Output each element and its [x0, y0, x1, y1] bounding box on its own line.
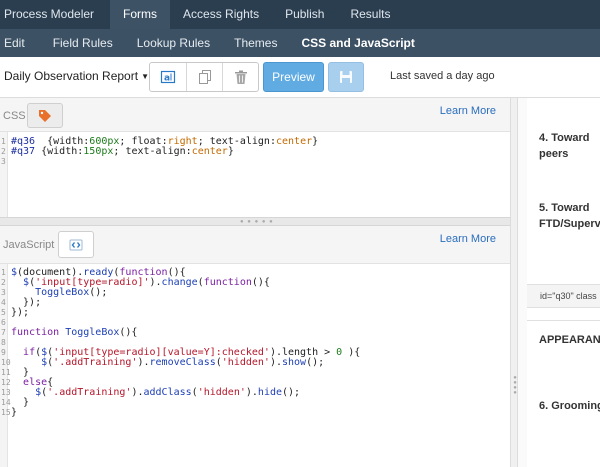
- css-line-number: 1: [1, 137, 6, 146]
- js-code-line: 3 ToggleBox();: [0, 288, 360, 298]
- js-line-number: 2: [1, 278, 6, 287]
- code-brackets-icon: [69, 239, 83, 250]
- js-code-line: 10 $('.addTraining').removeClass('hidden…: [0, 358, 360, 368]
- js-line-number: 8: [1, 338, 6, 347]
- appearance-heading: APPEARANCE: [539, 334, 600, 346]
- js-line-number: 7: [1, 328, 6, 337]
- css-learn-more-link[interactable]: Learn More: [440, 105, 496, 117]
- css-code-text: [8, 157, 11, 167]
- css-panel-label: CSS: [3, 110, 26, 122]
- css-editor-panel: CSS Learn More 1 #q36 {width:600px; float…: [0, 98, 510, 217]
- drag-handle-icon: ● ● ● ● ●: [240, 219, 274, 225]
- text-field-icon: a: [160, 70, 176, 84]
- tab-access-rights[interactable]: Access Rights: [170, 0, 272, 29]
- subtab-edit[interactable]: Edit: [0, 29, 41, 57]
- js-line-number: 4: [1, 298, 6, 307]
- css-line-number: 3: [1, 157, 6, 166]
- pane-divider[interactable]: ● ● ● ●: [510, 98, 518, 467]
- section-divider: [527, 320, 600, 321]
- tab-publish[interactable]: Publish: [272, 0, 337, 29]
- trash-icon: [234, 70, 247, 84]
- js-code-editor[interactable]: 1 $(document).ready(function(){2 $('input…: [0, 264, 510, 467]
- js-line-number: 5: [1, 308, 6, 317]
- js-code-text: });: [11, 307, 30, 318]
- subtab-lookup-rules[interactable]: Lookup Rules: [125, 29, 222, 57]
- pane-gap: [518, 98, 527, 467]
- js-panel-label: JavaScript: [3, 239, 55, 251]
- js-line-number: 11: [1, 368, 11, 377]
- copy-button[interactable]: [186, 63, 222, 91]
- js-code-text: $('.addTraining').addClass('hidden').hid…: [35, 387, 301, 398]
- js-line-number: 15: [1, 408, 11, 417]
- subtab-themes[interactable]: Themes: [222, 29, 289, 57]
- css-class-button[interactable]: [27, 103, 63, 128]
- js-line-number: 10: [1, 358, 11, 367]
- question-5-label: 5. TowardFTD/Supervisor: [539, 202, 600, 230]
- tab-forms[interactable]: Forms: [110, 0, 171, 29]
- js-code-line: 11 }: [0, 368, 360, 378]
- sub-nav: Edit Field Rules Lookup Rules Themes CSS…: [0, 29, 600, 57]
- rename-button[interactable]: a: [150, 63, 186, 91]
- top-nav: Process Modeler Forms Access Rights Publ…: [0, 0, 600, 29]
- js-line-number: 6: [1, 318, 6, 327]
- js-code-lines: 1 $(document).ready(function(){2 $('input…: [0, 268, 360, 418]
- tag-icon: [39, 109, 51, 122]
- delete-button[interactable]: [222, 63, 258, 91]
- panel-splitter[interactable]: ● ● ● ● ●: [0, 217, 510, 226]
- js-code-text: function ToggleBox(){: [11, 327, 138, 338]
- css-panel-header: CSS Learn More: [0, 98, 510, 132]
- toolbar: Daily Observation Report ▼ a Preview Las…: [0, 57, 600, 98]
- save-button[interactable]: [328, 62, 364, 92]
- code-view-button[interactable]: [58, 231, 94, 258]
- js-code-line: 13 $('.addTraining').addClass('hidden').…: [0, 388, 360, 398]
- last-saved-status: Last saved a day ago: [390, 70, 495, 82]
- svg-text:a: a: [164, 74, 170, 84]
- caret-down-icon: ▼: [141, 72, 149, 81]
- js-line-number: 3: [1, 288, 6, 297]
- element-id-snippet: id="q30" class: [527, 284, 600, 308]
- js-line-number: 14: [1, 398, 11, 407]
- css-code-text: #q37 {width:150px; text-align:center}: [11, 146, 234, 157]
- copy-icon: [198, 70, 211, 84]
- report-name: Daily Observation Report: [4, 69, 139, 83]
- js-code-line: 14 }: [0, 398, 360, 408]
- js-code-line: 5});: [0, 308, 360, 318]
- question-6-label: 6. Grooming: [539, 400, 600, 412]
- floppy-disk-icon: [340, 71, 352, 83]
- js-code-line: 15}: [0, 408, 360, 418]
- js-code-line: 7 function ToggleBox(){: [0, 328, 360, 338]
- js-line-number: 9: [1, 348, 6, 357]
- css-code-line: 3: [0, 157, 318, 167]
- css-line-number: 2: [1, 147, 6, 156]
- css-code-lines: 1 #q36 {width:600px; float:right; text-al…: [0, 137, 318, 167]
- preview-button[interactable]: Preview: [263, 62, 324, 92]
- js-learn-more-link[interactable]: Learn More: [440, 233, 496, 245]
- js-code-text: $('.addTraining').removeClass('hidden').…: [41, 357, 325, 368]
- js-line-number: 1: [1, 268, 6, 277]
- js-panel-header: JavaScript Learn More: [0, 226, 510, 264]
- js-code-line: 4 });: [0, 298, 360, 308]
- tab-results[interactable]: Results: [337, 0, 403, 29]
- css-code-line: 2 #q37 {width:150px; text-align:center}: [0, 147, 318, 157]
- js-line-number: 13: [1, 388, 11, 397]
- tab-process-modeler[interactable]: Process Modeler: [0, 0, 110, 29]
- javascript-editor-panel: JavaScript Learn More 1 $(document).ready…: [0, 226, 510, 467]
- subtab-field-rules[interactable]: Field Rules: [41, 29, 125, 57]
- edit-button-group: a: [149, 62, 259, 92]
- report-selector[interactable]: Daily Observation Report ▼: [4, 69, 149, 83]
- form-preview-pane: 4. Towardpeers 5. TowardFTD/Supervisor i…: [527, 98, 600, 467]
- question-4-label: 4. Toward peers: [539, 132, 590, 160]
- css-code-editor[interactable]: 1 #q36 {width:600px; float:right; text-al…: [0, 132, 510, 217]
- js-code-text: }: [11, 407, 18, 418]
- js-line-number: 12: [1, 378, 11, 387]
- subtab-css-and-javascript[interactable]: CSS and JavaScript: [289, 29, 426, 57]
